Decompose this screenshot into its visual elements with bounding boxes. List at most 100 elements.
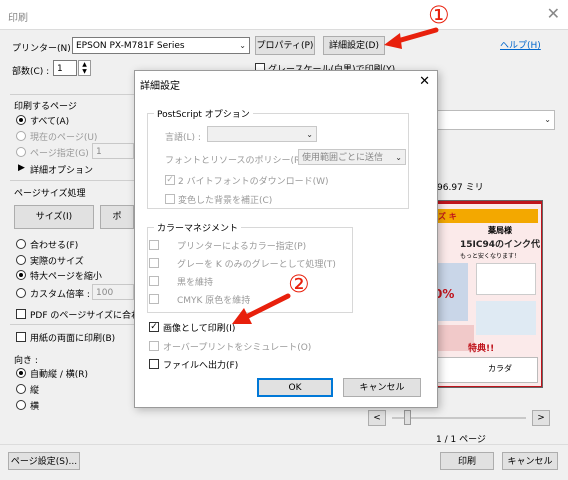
flyer-shop: 薬局様	[488, 226, 512, 235]
divider	[10, 94, 135, 95]
pages-current-radio[interactable]	[16, 131, 26, 141]
flyer-catch: もっと安くなります！	[460, 253, 521, 260]
keep-black-label: 黒を維持	[177, 278, 214, 288]
poster-button[interactable]: ポ	[100, 205, 134, 229]
font-policy-select[interactable]: 使用範囲ごとに送信 ⌄	[298, 149, 406, 165]
orientation-landscape-label: 横	[30, 402, 40, 412]
size-button[interactable]: サイズ(I)	[14, 205, 94, 229]
divider	[10, 324, 135, 325]
cancel-button[interactable]: キャンセル	[502, 452, 558, 470]
font-policy-label: フォントとリソースのポリシー(R) :	[165, 156, 310, 166]
language-select[interactable]: ⌄	[207, 126, 317, 142]
correct-color-checkbox[interactable]	[165, 194, 175, 204]
pages-all-label: すべて(A)	[30, 117, 70, 127]
pages-range-input[interactable]: 1	[92, 143, 134, 159]
advanced-settings-button[interactable]: 詳細設定(D)	[323, 36, 385, 55]
preview-slider-thumb[interactable]	[404, 410, 411, 425]
overprint-checkbox[interactable]	[149, 341, 159, 351]
preview-prev-button[interactable]: <	[368, 410, 386, 426]
flyer-store: カラダ	[488, 364, 512, 373]
orientation-portrait-label: 縦	[30, 386, 40, 396]
flyer-photo	[476, 301, 536, 335]
shrink-radio[interactable]	[16, 270, 26, 280]
dialog-cancel-button[interactable]: キャンセル	[343, 378, 421, 397]
dialog-close-icon[interactable]: ✕	[419, 74, 430, 89]
orientation-portrait-radio[interactable]	[16, 384, 26, 394]
shrink-label: 特大ページを縮小	[30, 272, 102, 282]
window-title-bar: 印刷 ✕	[0, 0, 568, 30]
print-as-image-label: 画像として印刷(I)	[163, 324, 236, 334]
orientation-landscape-radio[interactable]	[16, 400, 26, 410]
print-button[interactable]: 印刷	[440, 452, 494, 470]
download-2byte-checkbox[interactable]: ✓	[165, 175, 175, 185]
download-2byte-label: 2 バイトフォントのダウンロード(W)	[178, 177, 329, 187]
flyer-table	[476, 263, 536, 295]
custom-scale-radio[interactable]	[16, 288, 26, 298]
correct-color-label: 変色した背景を補正(C)	[178, 196, 273, 206]
printer-select-value: EPSON PX-M781F Series	[76, 41, 185, 51]
printer-color-label: プリンターによるカラー指定(P)	[177, 242, 307, 252]
window-title: 印刷	[8, 13, 28, 24]
gray-k-label: グレーを K のみのグレーとして処理(T)	[177, 260, 336, 270]
annotation-step-1: ①	[428, 1, 450, 29]
chevron-down-icon: ⌄	[544, 115, 551, 124]
print-as-image-checkbox[interactable]: ✓	[149, 322, 159, 332]
pages-range-radio[interactable]	[16, 147, 26, 157]
properties-button[interactable]: プロパティ(P)	[255, 36, 315, 55]
advanced-settings-dialog: 詳細設定 ✕ PostScript オプション 言語(L) : ⌄ フォントとリ…	[134, 70, 438, 408]
preview-next-button[interactable]: >	[532, 410, 550, 426]
more-options-label[interactable]: 詳細オプション	[30, 163, 93, 176]
duplex-label: 用紙の両面に印刷(B)	[30, 334, 116, 344]
annotation-step-2: ②	[288, 270, 310, 298]
chevron-down-icon: ⌄	[239, 41, 246, 50]
copies-input[interactable]: 1	[53, 60, 77, 76]
window-close-icon[interactable]: ✕	[547, 4, 560, 23]
expand-triangle-icon[interactable]: ▶	[18, 163, 25, 173]
page-setup-button[interactable]: ページ設定(S)...	[8, 452, 80, 470]
copies-label: 部数(C) :	[12, 67, 50, 77]
overprint-label: オーバープリントをシミュレート(O)	[163, 343, 312, 353]
flyer-banner-text: ズ キ	[438, 212, 457, 221]
pages-all-radio[interactable]	[16, 115, 26, 125]
pdf-size-label: PDF のページサイズに合わ	[30, 311, 140, 321]
flyer-footer	[434, 357, 538, 383]
gray-k-checkbox[interactable]	[149, 258, 159, 268]
chevron-down-icon: ⌄	[395, 153, 402, 162]
printer-label: プリンター(N) :	[12, 44, 77, 54]
printer-color-checkbox[interactable]	[149, 240, 159, 250]
postscript-heading: PostScript オプション	[154, 107, 253, 120]
flyer-campaign: 特典!!	[468, 344, 495, 354]
language-label: 言語(L) :	[165, 133, 201, 143]
pages-heading: 印刷するページ	[14, 102, 77, 112]
pages-current-label: 現在のページ(U)	[30, 133, 98, 143]
keep-black-checkbox[interactable]	[149, 276, 159, 286]
print-preview: ズ キ 薬局様 15IC94のインク代 もっと安くなります！ 0% 特典!! カ…	[427, 200, 543, 388]
custom-scale-input[interactable]: 100	[92, 284, 134, 300]
print-to-file-checkbox[interactable]	[149, 359, 159, 369]
print-to-file-label: ファイルへ出力(F)	[163, 361, 239, 371]
custom-scale-label: カスタム倍率 :	[30, 290, 90, 300]
chevron-down-icon: ⌄	[306, 130, 313, 139]
actual-size-radio[interactable]	[16, 255, 26, 265]
orientation-heading: 向き :	[14, 356, 38, 366]
orientation-auto-radio[interactable]	[16, 368, 26, 378]
dialog-ok-button[interactable]: OK	[257, 378, 333, 397]
color-management-heading: カラーマネジメント	[154, 221, 242, 234]
dialog-title: 詳細設定	[140, 81, 180, 92]
pages-range-label: ページ指定(G)	[30, 149, 89, 159]
fit-radio[interactable]	[16, 239, 26, 249]
actual-size-label: 実際のサイズ	[30, 257, 84, 267]
fit-label: 合わせる(F)	[30, 241, 79, 251]
help-link[interactable]: ヘルプ(H)	[500, 38, 541, 51]
sizing-heading: ページサイズ処理	[14, 189, 86, 199]
divider	[10, 180, 135, 181]
preview-size-text: 96.97 ミリ	[437, 183, 484, 193]
orientation-auto-label: 自動縦 / 横(R)	[30, 370, 89, 380]
copies-stepper[interactable]: ▲ ▼	[78, 60, 91, 76]
printer-select[interactable]: EPSON PX-M781F Series ⌄	[72, 37, 250, 54]
preview-slider-track	[392, 417, 526, 419]
cmyk-checkbox[interactable]	[149, 294, 159, 304]
pdf-size-checkbox[interactable]	[16, 309, 26, 319]
font-policy-value: 使用範囲ごとに送信	[302, 153, 384, 163]
duplex-checkbox[interactable]	[16, 332, 26, 342]
